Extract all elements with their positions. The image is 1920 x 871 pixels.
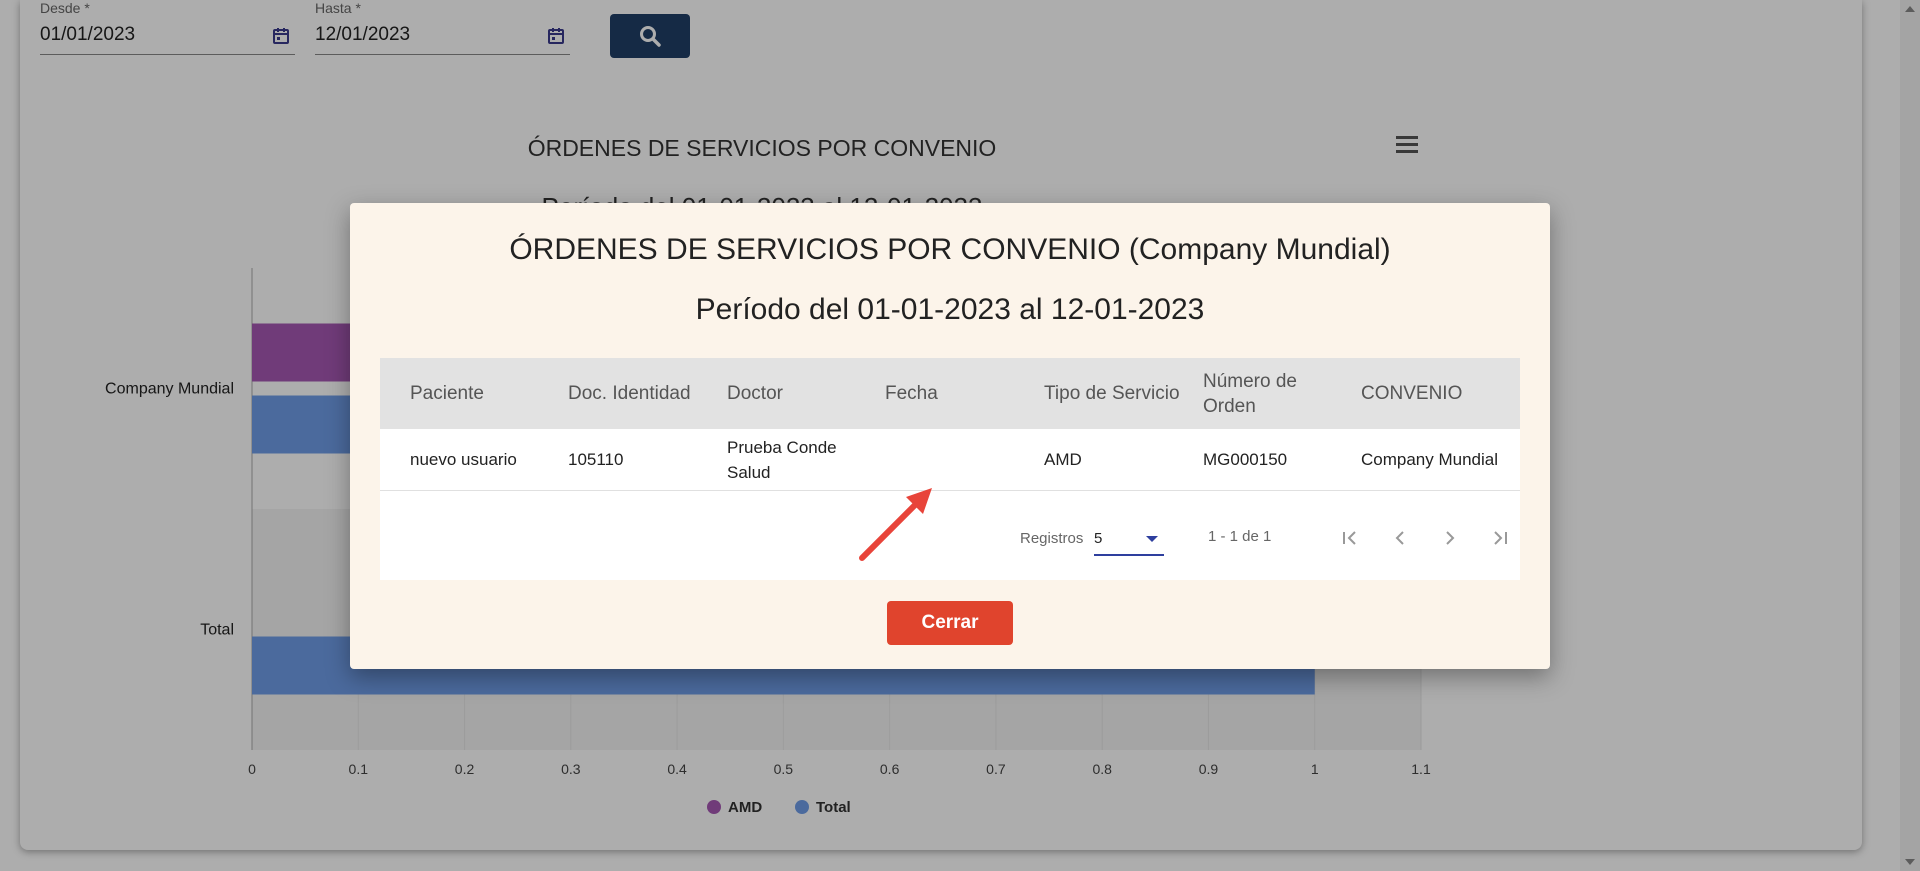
agreement-detail-dialog: ÓRDENES DE SERVICIOS POR CONVENIO (Compa… <box>350 203 1550 669</box>
close-button[interactable]: Cerrar <box>887 601 1013 645</box>
chevron-down-icon <box>1146 536 1158 542</box>
table-row[interactable]: nuevo usuario 105110 Prueba Conde Salud … <box>380 429 1520 491</box>
last-page-icon <box>1494 531 1507 545</box>
previous-page-button[interactable] <box>1380 518 1420 558</box>
page-size-label: Registros <box>1020 530 1084 547</box>
first-page-icon <box>1343 531 1356 545</box>
next-page-button[interactable] <box>1430 518 1470 558</box>
cell-paciente: nuevo usuario <box>410 450 517 469</box>
orders-table: Paciente Doc. Identidad Doctor Fecha Tip… <box>380 358 1520 580</box>
col-paciente[interactable]: Paciente <box>410 358 550 429</box>
col-fecha[interactable]: Fecha <box>885 358 1025 429</box>
page-range: 1 - 1 de 1 <box>1208 528 1272 545</box>
col-convenio[interactable]: CONVENIO <box>1361 358 1511 429</box>
cell-doc-identidad: 105110 <box>568 450 624 469</box>
next-page-icon <box>1446 531 1455 545</box>
previous-page-icon <box>1395 531 1404 545</box>
cell-doctor: Prueba Conde Salud <box>727 437 837 482</box>
cell-tipo-servicio: AMD <box>1044 450 1082 469</box>
table-header: Paciente Doc. Identidad Doctor Fecha Tip… <box>380 358 1520 429</box>
cell-numero-orden: MG000150 <box>1203 450 1288 469</box>
page-size-select[interactable]: 5 <box>1094 524 1164 556</box>
first-page-button[interactable] <box>1330 518 1370 558</box>
last-page-button[interactable] <box>1480 518 1520 558</box>
page-size-value: 5 <box>1094 530 1103 547</box>
dialog-subtitle: Período del 01-01-2023 al 12-01-2023 <box>695 293 1205 326</box>
col-doctor[interactable]: Doctor <box>727 358 867 429</box>
col-tipo-servicio[interactable]: Tipo de Servicio <box>1044 358 1194 429</box>
col-doc-identidad[interactable]: Doc. Identidad <box>568 358 718 429</box>
col-numero-orden[interactable]: Número de Orden <box>1203 358 1323 429</box>
cell-convenio: Company Mundial <box>1361 450 1499 469</box>
dialog-title: ÓRDENES DE SERVICIOS POR CONVENIO (Compa… <box>509 233 1391 266</box>
cell-fecha <box>885 429 1025 490</box>
